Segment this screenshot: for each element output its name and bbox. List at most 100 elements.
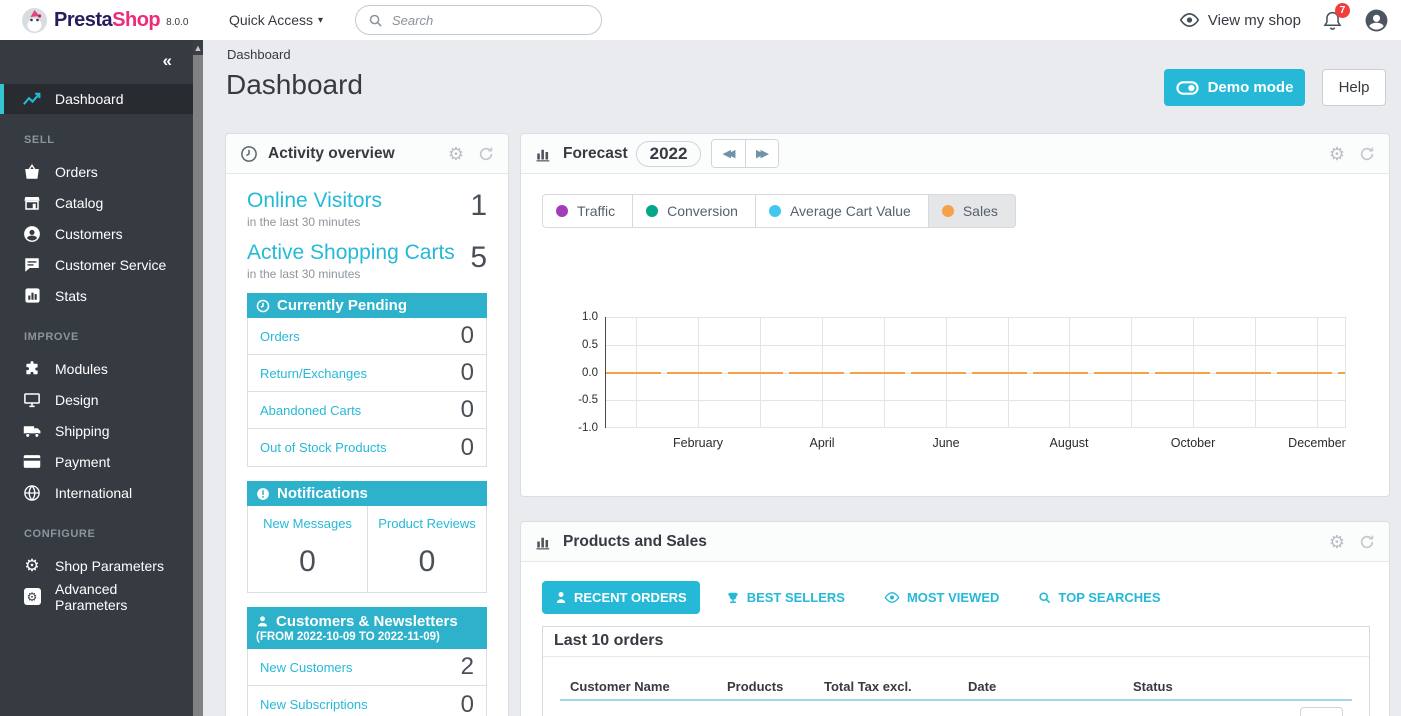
new-messages-link[interactable]: New Messages xyxy=(248,516,367,531)
sidebar-collapse-button[interactable]: « xyxy=(163,51,171,71)
y-tick-label: -1.0 xyxy=(578,422,598,434)
sidebar-item-label: Shipping xyxy=(55,423,110,439)
sidebar-item-orders[interactable]: Orders xyxy=(0,156,193,187)
gear-icon[interactable]: ⚙ xyxy=(1329,533,1345,551)
x-tick-label: October xyxy=(1171,436,1215,450)
x-tick-label: December xyxy=(1288,436,1346,450)
sidebar-item-catalog[interactable]: Catalog xyxy=(0,187,193,218)
order-details-button[interactable] xyxy=(1300,707,1343,716)
tab-top-searches[interactable]: TOP SEARCHES xyxy=(1025,581,1173,614)
sidebar-item-customers[interactable]: Customers xyxy=(0,218,193,249)
new-subscriptions-row: New Subscriptions 0 xyxy=(248,686,486,716)
gridline xyxy=(606,317,1345,318)
stats-bars-icon xyxy=(22,286,42,306)
returns-link[interactable]: Return/Exchanges xyxy=(260,366,367,381)
customers-newsletters-daterange: (FROM 2022-10-09 TO 2022-11-09) xyxy=(256,631,478,643)
tab-sales[interactable]: Sales xyxy=(928,194,1016,228)
forecast-chart-plot: 1.0 0.5 0.0 -0.5 -1.0 February April Jun… xyxy=(605,317,1346,428)
chevron-down-icon: ▾ xyxy=(318,15,323,26)
tab-traffic[interactable]: Traffic xyxy=(542,194,633,228)
traffic-dot-icon xyxy=(556,205,568,217)
tab-recent-orders[interactable]: RECENT ORDERS xyxy=(542,581,700,614)
sidebar-item-label: Payment xyxy=(55,454,110,470)
notifications-title: Notifications xyxy=(277,485,368,502)
user-avatar[interactable] xyxy=(1364,8,1389,33)
new-customers-link[interactable]: New Customers xyxy=(260,660,352,675)
page-title: Dashboard xyxy=(226,69,363,101)
gear-icon[interactable]: ⚙ xyxy=(448,145,464,163)
sidebar-item-modules[interactable]: Modules xyxy=(0,353,193,384)
toggle-icon xyxy=(1176,81,1199,95)
product-reviews-link[interactable]: Product Reviews xyxy=(368,516,486,531)
gear-icon[interactable]: ⚙ xyxy=(1329,145,1345,163)
pending-row-returns: Return/Exchanges 0 xyxy=(248,355,486,392)
last-orders-title: Last 10 orders xyxy=(543,627,1369,657)
next-year-button[interactable]: ▶▶ xyxy=(745,140,778,167)
scrollbar-up-arrow-icon[interactable]: ▲ xyxy=(193,40,203,55)
product-reviews-cell: Product Reviews 0 xyxy=(367,506,486,592)
sales-dot-icon xyxy=(942,205,954,217)
refresh-icon[interactable] xyxy=(1359,146,1375,162)
x-tick-label: August xyxy=(1050,436,1089,450)
tab-most-viewed[interactable]: MOST VIEWED xyxy=(871,581,1012,614)
gridline xyxy=(606,400,1345,401)
quick-access-label: Quick Access xyxy=(229,12,313,28)
search-input[interactable] xyxy=(392,13,589,28)
online-visitors-link[interactable]: Online Visitors xyxy=(247,189,487,213)
orders-link[interactable]: Orders xyxy=(260,329,300,344)
notifications-header: Notifications xyxy=(247,481,487,506)
sidebar-item-shipping[interactable]: Shipping xyxy=(0,415,193,446)
sidebar-scrollbar[interactable]: ▲ xyxy=(193,40,203,716)
payment-card-icon xyxy=(22,452,42,472)
fast-forward-icon: ▶▶ xyxy=(756,147,765,160)
tab-conversion[interactable]: Conversion xyxy=(632,194,756,228)
out-of-stock-link[interactable]: Out of Stock Products xyxy=(260,440,386,455)
quick-access-dropdown[interactable]: Quick Access ▾ xyxy=(229,12,323,28)
tab-best-sellers[interactable]: BEST SELLERS xyxy=(713,581,858,614)
conversion-dot-icon xyxy=(646,205,658,217)
online-visitors-stat: 1 Online Visitors in the last 30 minutes xyxy=(247,189,487,229)
customer-service-chat-icon xyxy=(22,255,42,275)
sidebar-item-payment[interactable]: Payment xyxy=(0,446,193,477)
sidebar-navigation: « Dashboard SELL Orders Catalog xyxy=(0,40,193,716)
sidebar-item-label: Catalog xyxy=(55,195,103,211)
forecast-panel-title: Forecast xyxy=(563,145,628,163)
trophy-icon xyxy=(726,591,740,605)
international-globe-icon xyxy=(22,483,42,503)
sales-series-line xyxy=(606,372,1345,374)
bar-chart-icon xyxy=(535,145,553,162)
previous-year-button[interactable]: ◀◀ xyxy=(712,140,745,167)
column-header-status: Status xyxy=(1133,679,1173,694)
sidebar-item-design[interactable]: Design xyxy=(0,384,193,415)
demo-mode-button[interactable]: Demo mode xyxy=(1164,69,1305,106)
customers-newsletters-header: Customers & Newsletters (FROM 2022-10-09… xyxy=(247,607,487,649)
prestashop-logo[interactable]: PrestaShop 8.0.0 xyxy=(0,8,225,33)
global-search[interactable] xyxy=(355,5,602,35)
tab-average-cart-value[interactable]: Average Cart Value xyxy=(755,194,929,228)
tab-conversion-label: Conversion xyxy=(667,203,738,219)
demo-mode-label: Demo mode xyxy=(1208,79,1294,96)
customers-person-icon xyxy=(22,224,42,244)
sidebar-item-customer-service[interactable]: Customer Service xyxy=(0,249,193,280)
view-my-shop-link[interactable]: View my shop xyxy=(1179,12,1301,29)
help-button[interactable]: Help xyxy=(1322,69,1386,106)
refresh-icon[interactable] xyxy=(1359,534,1375,550)
sidebar-item-dashboard[interactable]: Dashboard xyxy=(0,84,193,114)
brand-wordmark: PrestaShop xyxy=(54,9,160,32)
x-tick-label: June xyxy=(932,436,959,450)
sidebar-item-stats[interactable]: Stats xyxy=(0,280,193,311)
returns-count: 0 xyxy=(461,359,474,387)
new-subscriptions-link[interactable]: New Subscriptions xyxy=(260,697,368,712)
sidebar-item-advanced-parameters[interactable]: ⚙ Advanced Parameters xyxy=(0,581,193,612)
active-carts-stat: 5 Active Shopping Carts in the last 30 m… xyxy=(247,241,487,281)
refresh-icon[interactable] xyxy=(478,146,494,162)
abandoned-carts-link[interactable]: Abandoned Carts xyxy=(260,403,361,418)
orders-count: 0 xyxy=(461,322,474,350)
brand-presta: Presta xyxy=(54,9,112,31)
sidebar-item-shop-parameters[interactable]: ⚙ Shop Parameters xyxy=(0,550,193,581)
x-tick-label: February xyxy=(673,436,723,450)
active-carts-link[interactable]: Active Shopping Carts xyxy=(247,241,487,265)
sidebar-item-international[interactable]: International xyxy=(0,477,193,508)
customers-rows: New Customers 2 New Subscriptions 0 xyxy=(247,649,487,716)
notifications-bell[interactable]: 7 xyxy=(1323,10,1342,31)
